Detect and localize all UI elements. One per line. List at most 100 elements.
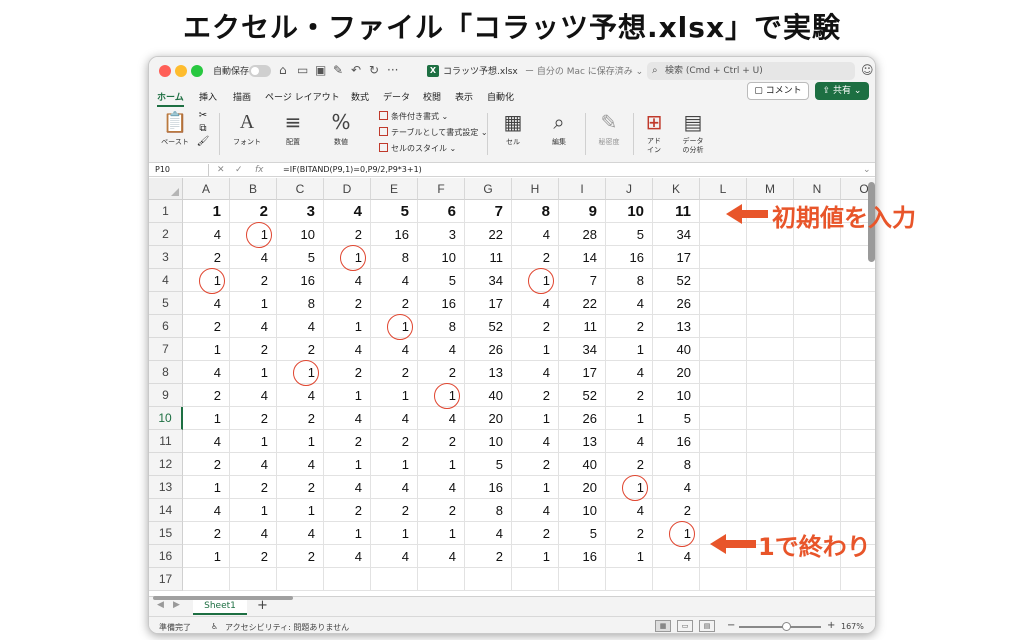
normal-view-button[interactable]: ▦ bbox=[655, 620, 671, 632]
cell[interactable] bbox=[841, 568, 875, 591]
cell[interactable]: 4 bbox=[418, 545, 465, 568]
font-button[interactable]: A フォント bbox=[227, 109, 267, 147]
cell[interactable]: 7 bbox=[465, 200, 512, 223]
cell[interactable] bbox=[277, 568, 324, 591]
cell[interactable]: 9 bbox=[559, 200, 606, 223]
cell[interactable] bbox=[794, 568, 841, 591]
row-header[interactable]: 8 bbox=[149, 361, 183, 384]
cell[interactable] bbox=[841, 476, 875, 499]
close-window-button[interactable] bbox=[159, 65, 171, 77]
cell[interactable] bbox=[747, 476, 794, 499]
cell[interactable]: 2 bbox=[418, 499, 465, 522]
cell[interactable]: 4 bbox=[371, 545, 418, 568]
row-header[interactable]: 5 bbox=[149, 292, 183, 315]
cell[interactable]: 4 bbox=[230, 246, 277, 269]
zoom-in-icon[interactable]: + bbox=[827, 620, 835, 631]
cell[interactable]: 2 bbox=[277, 476, 324, 499]
cell[interactable]: 1 bbox=[324, 522, 371, 545]
row-header[interactable]: 7 bbox=[149, 338, 183, 361]
tab-draw[interactable]: 描画 bbox=[233, 90, 251, 103]
cell[interactable]: 8 bbox=[418, 315, 465, 338]
cell[interactable]: 11 bbox=[559, 315, 606, 338]
cell[interactable] bbox=[324, 568, 371, 591]
cell[interactable]: 2 bbox=[277, 545, 324, 568]
tab-formulas[interactable]: 数式 bbox=[351, 90, 369, 103]
row-header[interactable]: 2 bbox=[149, 223, 183, 246]
cell[interactable]: 10 bbox=[653, 384, 700, 407]
cell[interactable]: 2 bbox=[606, 522, 653, 545]
cell[interactable]: 10 bbox=[559, 499, 606, 522]
cell[interactable]: 8 bbox=[277, 292, 324, 315]
cell[interactable] bbox=[794, 430, 841, 453]
cell[interactable] bbox=[465, 568, 512, 591]
cell[interactable] bbox=[700, 384, 747, 407]
column-header[interactable]: L bbox=[700, 178, 747, 200]
cell[interactable]: 2 bbox=[371, 292, 418, 315]
cell[interactable] bbox=[700, 269, 747, 292]
tab-insert[interactable]: 挿入 bbox=[199, 90, 217, 103]
row-header[interactable]: 15 bbox=[149, 522, 183, 545]
autosave-toggle[interactable] bbox=[249, 65, 271, 77]
save-icon[interactable]: ▣ bbox=[315, 63, 326, 77]
cell[interactable]: 2 bbox=[230, 407, 277, 430]
home-icon[interactable]: ⌂ bbox=[279, 63, 287, 77]
fx-icon[interactable]: fx bbox=[255, 164, 264, 176]
cell[interactable]: 10 bbox=[277, 223, 324, 246]
undo-icon[interactable]: ↶ bbox=[351, 63, 361, 77]
cell[interactable]: 4 bbox=[606, 499, 653, 522]
cell[interactable]: 4 bbox=[371, 407, 418, 430]
cell[interactable]: 6 bbox=[418, 200, 465, 223]
cell[interactable]: 1 bbox=[230, 292, 277, 315]
format-painter-icon[interactable]: 🖌 bbox=[193, 135, 213, 148]
cell[interactable]: 52 bbox=[559, 384, 606, 407]
column-header[interactable]: K bbox=[653, 178, 700, 200]
cell[interactable]: 1 bbox=[230, 430, 277, 453]
folder-icon[interactable]: ▭ bbox=[297, 63, 308, 77]
format-as-table-button[interactable]: テーブルとして書式設定 ⌄ bbox=[379, 127, 488, 138]
cell[interactable]: 2 bbox=[230, 476, 277, 499]
cell[interactable] bbox=[841, 315, 875, 338]
cell[interactable] bbox=[747, 430, 794, 453]
cell[interactable]: 4 bbox=[324, 476, 371, 499]
cell-style-button[interactable]: セルのスタイル ⌄ bbox=[379, 143, 456, 154]
cell[interactable]: 4 bbox=[371, 338, 418, 361]
cell[interactable]: 4 bbox=[418, 407, 465, 430]
cell[interactable]: 28 bbox=[559, 223, 606, 246]
tab-data[interactable]: データ bbox=[383, 90, 410, 103]
number-format-button[interactable]: % 数値 bbox=[321, 109, 361, 147]
cell[interactable]: 4 bbox=[277, 453, 324, 476]
cell[interactable]: 40 bbox=[653, 338, 700, 361]
cut-icon[interactable]: ✂ bbox=[193, 109, 213, 122]
cell[interactable]: 2 bbox=[512, 246, 559, 269]
cell[interactable] bbox=[747, 292, 794, 315]
cell[interactable]: 17 bbox=[559, 361, 606, 384]
cell[interactable] bbox=[747, 338, 794, 361]
cell[interactable]: 1 bbox=[183, 545, 230, 568]
cell[interactable]: 2 bbox=[230, 545, 277, 568]
cell[interactable] bbox=[794, 407, 841, 430]
cell[interactable]: 2 bbox=[277, 338, 324, 361]
cell[interactable] bbox=[794, 338, 841, 361]
cell[interactable]: 16 bbox=[465, 476, 512, 499]
column-header[interactable]: E bbox=[371, 178, 418, 200]
edit-button[interactable]: ⌕ 編集 bbox=[541, 109, 577, 147]
cell[interactable] bbox=[841, 384, 875, 407]
cell[interactable]: 10 bbox=[606, 200, 653, 223]
cell[interactable]: 13 bbox=[559, 430, 606, 453]
cell[interactable]: 5 bbox=[559, 522, 606, 545]
save-state[interactable]: ー 自分の Mac に保存済み ⌄ bbox=[525, 64, 643, 77]
cell[interactable] bbox=[841, 453, 875, 476]
column-header[interactable]: H bbox=[512, 178, 559, 200]
cell[interactable]: 10 bbox=[418, 246, 465, 269]
row-header[interactable]: 3 bbox=[149, 246, 183, 269]
cell[interactable] bbox=[747, 361, 794, 384]
account-icon[interactable]: ☺ bbox=[861, 63, 874, 77]
cell[interactable]: 40 bbox=[465, 384, 512, 407]
cell[interactable] bbox=[794, 315, 841, 338]
cell[interactable]: 4 bbox=[230, 315, 277, 338]
cell[interactable] bbox=[841, 292, 875, 315]
cell[interactable]: 13 bbox=[653, 315, 700, 338]
cell[interactable]: 4 bbox=[512, 361, 559, 384]
cell[interactable] bbox=[794, 292, 841, 315]
cell[interactable]: 1 bbox=[183, 407, 230, 430]
